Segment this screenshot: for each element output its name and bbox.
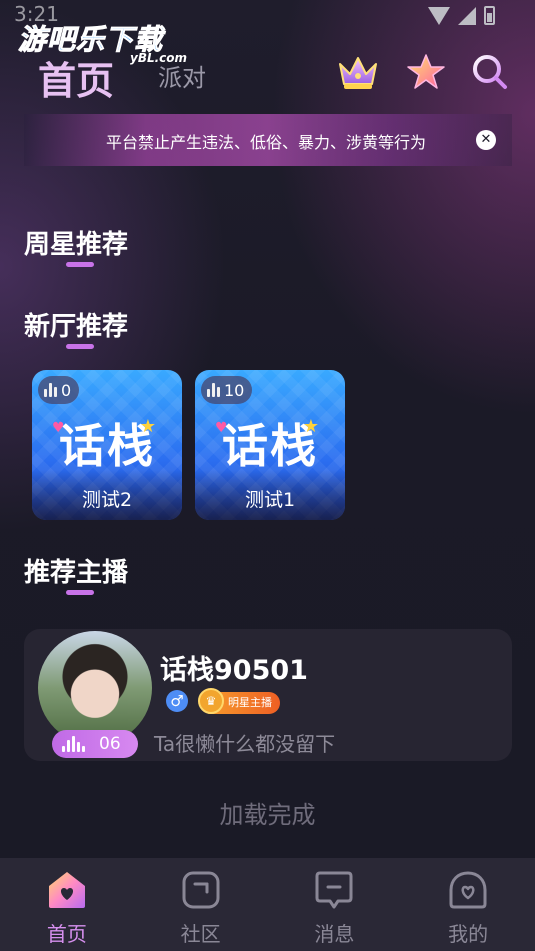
load-status: 加载完成 — [219, 801, 316, 829]
listener-count-badge: 10 — [201, 376, 253, 404]
room-card[interactable]: 10 ♥ 话栈 ★ 测试1 — [195, 370, 345, 520]
section-underline — [66, 262, 94, 267]
section-title-recommended-hosts: 推荐主播 — [24, 558, 129, 588]
room-logo: ♥ 话栈 ★ — [32, 410, 182, 476]
voice-duration: 06 — [99, 734, 121, 754]
audio-bars-icon — [207, 383, 220, 397]
close-icon[interactable]: ✕ — [476, 130, 496, 150]
watermark-sub: yBL.com — [130, 51, 188, 65]
male-gender-icon: ♂ — [166, 690, 188, 712]
wifi-icon — [428, 6, 450, 25]
section-title-weekly-star: 周星推荐 — [24, 230, 129, 260]
section-underline — [66, 590, 94, 595]
bottom-nav: 首页 社区 消息 我的 — [0, 858, 535, 951]
listener-count: 0 — [61, 380, 72, 400]
host-name: 话栈90501 — [160, 655, 308, 686]
nav-item-messages[interactable]: 消息 — [268, 858, 402, 951]
avatar[interactable] — [38, 631, 152, 745]
section-title-new-rooms: 新厅推荐 — [24, 312, 129, 342]
section-underline — [66, 344, 94, 349]
room-logo: ♥ 话栈 ★ — [195, 410, 345, 476]
notice-banner: 平台禁止产生违法、低俗、暴力、涉黄等行为 ✕ — [24, 114, 512, 166]
voice-wave-badge[interactable]: 06 — [52, 730, 138, 758]
profile-icon — [448, 870, 488, 910]
listener-count: 10 — [224, 380, 245, 400]
room-name: 测试1 — [244, 489, 296, 511]
room-name: 测试2 — [81, 489, 133, 511]
nav-item-home[interactable]: 首页 — [0, 858, 134, 951]
audio-wave-icon — [62, 736, 85, 752]
heart-icon: ♥ — [52, 420, 67, 436]
nav-label-profile: 我的 — [448, 922, 489, 946]
star-decor-icon: ★ — [302, 416, 321, 437]
nav-item-community[interactable]: 社区 — [134, 858, 268, 951]
listener-count-badge: 0 — [38, 376, 80, 404]
star-host-badge: ♛ 明星主播 — [198, 688, 280, 714]
signal-icon — [458, 6, 476, 25]
nav-label-community: 社区 — [180, 922, 221, 946]
community-icon — [181, 870, 221, 910]
home-icon — [47, 870, 87, 910]
search-icon[interactable] — [468, 50, 512, 94]
notice-text: 平台禁止产生违法、低俗、暴力、涉黄等行为 — [106, 133, 427, 152]
star-host-badge-label: 明星主播 — [228, 696, 272, 709]
status-icons — [428, 6, 495, 25]
battery-icon — [484, 6, 495, 25]
host-bio: Ta很懒什么都没留下 — [154, 732, 336, 756]
nav-label-home: 首页 — [46, 922, 87, 946]
nav-item-profile[interactable]: 我的 — [401, 858, 535, 951]
heart-icon: ♥ — [215, 420, 230, 436]
crown-badge-icon: ♛ — [198, 688, 224, 714]
nav-label-messages: 消息 — [314, 922, 355, 946]
audio-bars-icon — [44, 383, 57, 397]
star-icon[interactable] — [404, 50, 448, 94]
watermark-logo: 游吧乐下载 yBL.com — [18, 18, 188, 66]
star-decor-icon: ★ — [139, 416, 158, 437]
message-icon — [314, 870, 354, 910]
crown-icon[interactable] — [336, 50, 380, 94]
room-card[interactable]: 0 ♥ 话栈 ★ 测试2 — [32, 370, 182, 520]
